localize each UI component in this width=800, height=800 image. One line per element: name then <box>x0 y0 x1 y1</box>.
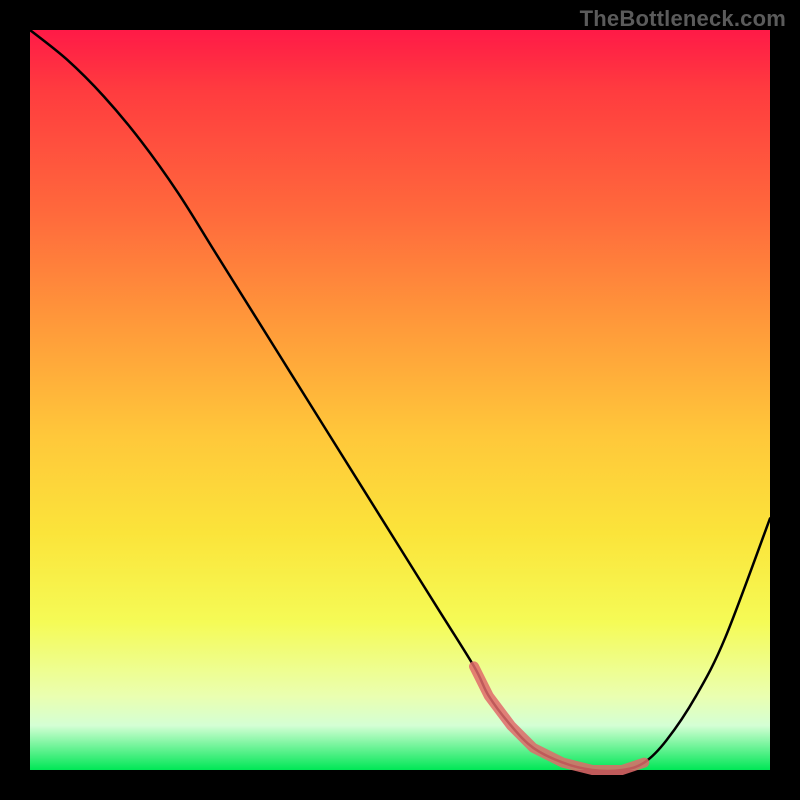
curve-layer <box>30 30 770 770</box>
chart-container: TheBottleneck.com <box>0 0 800 800</box>
bottleneck-curve <box>30 30 770 771</box>
watermark-text: TheBottleneck.com <box>580 6 786 32</box>
highlight-band <box>474 666 644 770</box>
plot-area <box>30 30 770 770</box>
plot-frame <box>30 30 770 770</box>
